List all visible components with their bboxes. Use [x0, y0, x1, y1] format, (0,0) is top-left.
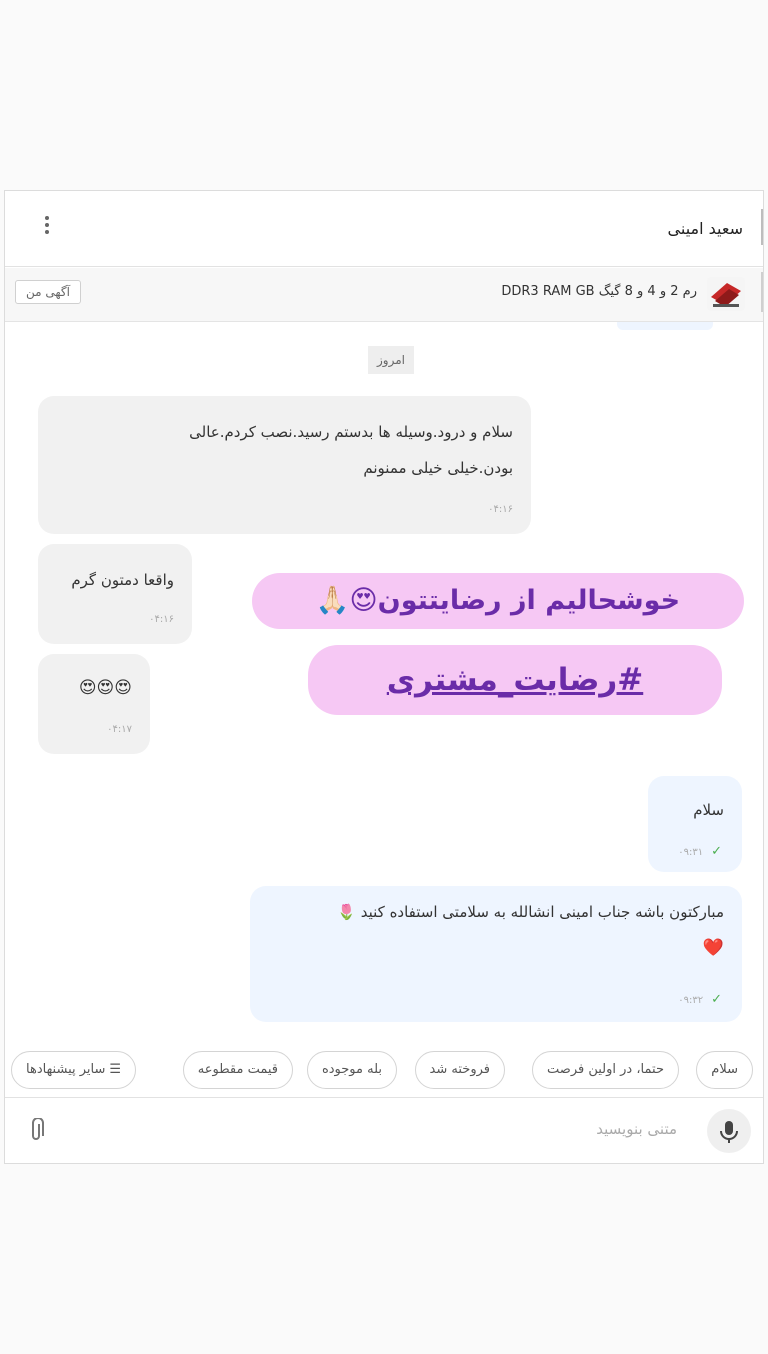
previous-message-edge: [617, 322, 713, 330]
check-icon: ✓: [711, 992, 722, 1007]
message-bubble[interactable]: سلام ✓۰۹:۳۱: [648, 776, 742, 872]
message-bubble[interactable]: سلام و درود.وسیله ها بدستم رسید.نصب کردم…: [38, 396, 531, 534]
mic-icon[interactable]: [707, 1109, 751, 1153]
message-time: ۰۴:۱۶: [488, 504, 513, 515]
message-bubble[interactable]: 😍😍😍 ۰۴:۱۷: [38, 654, 150, 754]
more-suggestions-button[interactable]: ☰سایر پیشنهادها: [11, 1051, 137, 1089]
message-text: سلام: [693, 801, 724, 819]
day-separator: امروز: [368, 346, 414, 374]
message-time: ۰۴:۱۷: [107, 724, 132, 735]
quick-replies: سلام حتما، در اولین فرصت فروخته شد بله م…: [5, 1037, 763, 1089]
ad-thumbnail[interactable]: [707, 277, 745, 311]
my-ad-button[interactable]: آگهی من: [15, 280, 81, 304]
message-bubble[interactable]: مباركتون باشه جناب امینی انشالله به سلام…: [250, 886, 742, 1022]
message-time: ✓۰۹:۳۲: [678, 992, 722, 1007]
more-vert-icon[interactable]: [37, 215, 57, 241]
contact-name[interactable]: سعید امینی: [668, 219, 743, 238]
message-text: 😍😍😍: [78, 678, 132, 698]
check-icon: ✓: [711, 844, 722, 859]
quick-reply-chip[interactable]: قیمت مقطوعه: [182, 1051, 293, 1089]
satisfaction-banner: خوشحالیم از رضایتتون😍🙏🏻: [252, 573, 744, 629]
list-icon: ☰: [109, 1062, 122, 1077]
message-bubble[interactable]: واقعا دمتون گرم ۰۴:۱۶: [38, 544, 192, 644]
message-time: ✓۰۹:۳۱: [678, 844, 722, 859]
message-list[interactable]: امروز سلام و درود.وسیله ها بدستم رسید.نص…: [5, 322, 763, 1163]
header-divider: [761, 209, 763, 245]
quick-reply-chip[interactable]: فروخته شد: [414, 1051, 505, 1089]
paperclip-icon[interactable]: [27, 1117, 47, 1144]
ad-bar[interactable]: رم 2 و 4 و 8 گیگ DDR3 RAM GB آگهی من: [5, 268, 763, 322]
ad-bar-divider: [761, 272, 763, 312]
message-time: ۰۴:۱۶: [149, 614, 174, 625]
message-text: ❤️: [702, 938, 724, 958]
ad-title[interactable]: رم 2 و 4 و 8 گیگ DDR3 RAM GB: [501, 284, 697, 299]
quick-reply-chip[interactable]: بله موجوده: [306, 1051, 397, 1089]
quick-reply-chip[interactable]: سلام: [696, 1051, 753, 1089]
message-text: بودن.خیلی خیلی ممنونم: [363, 459, 513, 477]
message-text: سلام و درود.وسیله ها بدستم رسید.نصب کردم…: [189, 423, 513, 441]
quick-reply-chip[interactable]: حتما، در اولین فرصت: [532, 1051, 679, 1089]
composer: متنی بنویسید: [5, 1097, 763, 1163]
message-text: مباركتون باشه جناب امینی انشالله به سلام…: [337, 903, 724, 921]
message-input[interactable]: متنی بنویسید: [596, 1120, 677, 1138]
hashtag-banner: #رضایت_مشتری: [308, 645, 722, 715]
chat-header: سعید امینی: [5, 191, 763, 267]
message-text: واقعا دمتون گرم: [71, 571, 174, 589]
